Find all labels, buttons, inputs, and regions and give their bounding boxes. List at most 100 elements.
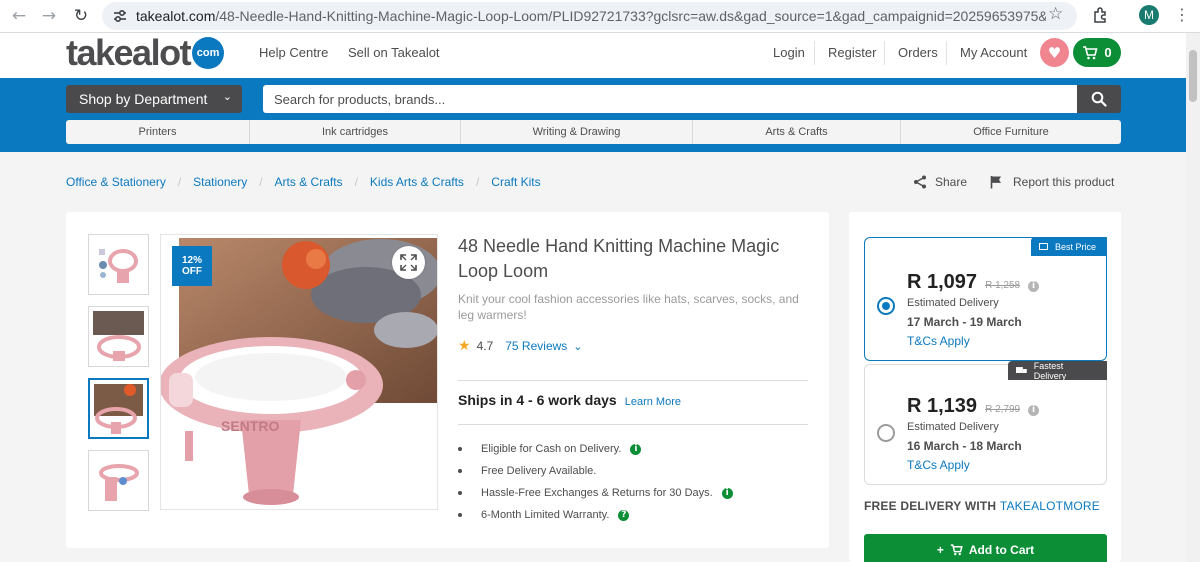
breadcrumb-stationery[interactable]: Stationery	[193, 175, 247, 189]
breadcrumb: Office & Stationery / Stationery / Arts …	[66, 175, 541, 189]
current-price: R 1,097	[907, 271, 978, 293]
share-label: Share	[935, 175, 968, 189]
offer-radio[interactable]	[877, 424, 895, 442]
scrollbar-thumb[interactable]	[1189, 50, 1197, 102]
login-link[interactable]: Login	[773, 45, 805, 60]
breadcrumb-separator: /	[259, 175, 263, 189]
browser-menu-icon[interactable]: ⋮	[1174, 5, 1190, 24]
url-text[interactable]: takealot.com/48-Needle-Hand-Knitting-Mac…	[136, 8, 1046, 24]
forward-icon[interactable]: →	[38, 5, 60, 27]
help-centre-link[interactable]: Help Centre	[259, 45, 328, 60]
star-icon: ★	[458, 338, 471, 354]
fastest-delivery-tag: Fastest Delivery	[1008, 361, 1107, 381]
expand-image-button[interactable]	[392, 246, 425, 279]
estimated-delivery-label: Estimated Delivery	[907, 297, 999, 309]
product-thumbnail[interactable]	[88, 450, 149, 511]
feature-item: Free Delivery Available.	[458, 465, 596, 477]
info-icon[interactable]: i	[630, 443, 642, 455]
shop-by-department-label: Shop by Department	[79, 91, 208, 107]
expand-icon	[400, 254, 417, 271]
thumbnail-image	[89, 235, 148, 294]
category-office-furniture[interactable]: Office Furniture	[901, 120, 1121, 144]
category-writing-drawing[interactable]: Writing & Drawing	[461, 120, 693, 144]
info-icon[interactable]: i	[721, 487, 733, 499]
browser-toolbar: ← → ↻ takealot.com/48-Needle-Hand-Knitti…	[0, 0, 1200, 33]
search-icon	[1091, 91, 1107, 107]
my-account-link[interactable]: My Account	[960, 45, 1027, 60]
sell-on-takealot-link[interactable]: Sell on Takealot	[348, 45, 440, 60]
divider	[814, 41, 815, 65]
logo-com-badge: com	[192, 37, 225, 69]
category-printers[interactable]: Printers	[66, 120, 250, 144]
shipping-info: Ships in 4 - 6 work days Learn More	[458, 392, 681, 408]
feature-text: 6-Month Limited Warranty.	[481, 509, 610, 521]
cart-button[interactable]: 0	[1073, 38, 1121, 67]
rating-summary: ★ 4.7 75 Reviews ⌄	[458, 338, 583, 354]
feature-item: Eligible for Cash on Delivery. i	[458, 443, 642, 455]
svg-text:SENTRO: SENTRO	[221, 418, 279, 434]
free-delivery-text: FREE DELIVERY WITH	[864, 499, 1000, 513]
add-to-cart-label: Add to Cart	[968, 543, 1035, 557]
category-arts-crafts[interactable]: Arts & Crafts	[693, 120, 901, 144]
reviews-link[interactable]: 75 Reviews	[505, 339, 567, 353]
share-button[interactable]: Share	[913, 175, 967, 189]
breadcrumb-craft-kits[interactable]: Craft Kits	[491, 175, 540, 189]
price-info-icon[interactable]: i	[1028, 404, 1040, 416]
feature-item: Hassle-Free Exchanges & Returns for 30 D…	[458, 487, 733, 499]
discount-percent: 12%	[181, 255, 202, 266]
extensions-icon[interactable]	[1092, 6, 1110, 24]
chevron-down-icon[interactable]: ⌄	[573, 340, 582, 353]
breadcrumb-separator: /	[354, 175, 358, 189]
offer-radio-selected[interactable]	[877, 297, 895, 315]
category-bar: Printers Ink cartridges Writing & Drawin…	[66, 120, 1121, 144]
wishlist-heart-icon[interactable]: ♥	[1040, 38, 1069, 67]
offer-price: R 1,097 R 1,258 i	[907, 271, 1040, 294]
takealot-logo[interactable]: takealot com	[66, 32, 225, 73]
bookmark-star-icon[interactable]: ☆	[1048, 4, 1063, 24]
cart-icon	[1083, 45, 1098, 59]
reload-icon[interactable]: ↻	[70, 5, 92, 27]
report-product-button[interactable]: Report this product	[990, 175, 1114, 189]
takealotmore-link[interactable]: TAKEALOTMORE	[1000, 499, 1100, 513]
back-icon[interactable]: ←	[8, 5, 30, 27]
delivery-dates: 17 March - 19 March	[907, 315, 1022, 329]
tcs-link[interactable]: T&Cs Apply	[907, 334, 970, 348]
product-thumbnail[interactable]	[88, 306, 149, 367]
feature-text: Hassle-Free Exchanges & Returns for 30 D…	[481, 487, 713, 499]
page-scrollbar[interactable]	[1186, 33, 1200, 562]
share-icon	[914, 175, 926, 189]
search-input[interactable]	[263, 85, 1078, 113]
offer-option-fastest-delivery[interactable]: Fastest Delivery R 1,139 R 2,799 i Estim…	[864, 361, 1107, 485]
search-bar-section: Shop by Department ⌄ Printers Ink cartri…	[0, 78, 1186, 152]
feature-item: 6-Month Limited Warranty. ?	[458, 509, 630, 521]
product-thumbnail-selected[interactable]	[88, 378, 149, 439]
search-button[interactable]	[1077, 85, 1121, 113]
breadcrumb-separator: /	[177, 175, 182, 189]
learn-more-link[interactable]: Learn More	[625, 396, 681, 408]
offer-option-best-price[interactable]: Best Price R 1,097 R 1,258 i Estimated D…	[864, 237, 1107, 361]
breadcrumb-kids-arts-crafts[interactable]: Kids Arts & Crafts	[370, 175, 464, 189]
address-bar[interactable]: takealot.com/48-Needle-Hand-Knitting-Mac…	[102, 2, 1077, 30]
orders-link[interactable]: Orders	[898, 45, 938, 60]
site-header: takealot com Help Centre Sell on Takealo…	[0, 32, 1186, 78]
list-price: R 1,258	[985, 280, 1021, 291]
plus-icon: +	[936, 543, 944, 557]
shop-by-department-button[interactable]: Shop by Department ⌄	[66, 85, 242, 113]
bullet-dot	[458, 447, 462, 451]
list-price: R 2,799	[985, 404, 1021, 415]
bullet-dot	[458, 513, 462, 517]
discount-off: OFF	[182, 266, 202, 277]
register-link[interactable]: Register	[828, 45, 876, 60]
divider	[884, 41, 885, 65]
breadcrumb-arts-crafts[interactable]: Arts & Crafts	[275, 175, 343, 189]
profile-avatar[interactable]: M	[1139, 5, 1159, 25]
category-ink-cartridges[interactable]: Ink cartridges	[250, 120, 461, 144]
help-icon[interactable]: ?	[618, 509, 630, 521]
tcs-link[interactable]: T&Cs Apply	[907, 458, 970, 472]
breadcrumb-office-stationery[interactable]: Office & Stationery	[66, 175, 166, 189]
product-thumbnail[interactable]	[88, 234, 149, 295]
price-info-icon[interactable]: i	[1028, 280, 1040, 292]
add-to-cart-button[interactable]: + Add to Cart	[864, 534, 1107, 562]
current-price: R 1,139	[907, 395, 978, 417]
site-settings-icon[interactable]	[112, 8, 128, 24]
